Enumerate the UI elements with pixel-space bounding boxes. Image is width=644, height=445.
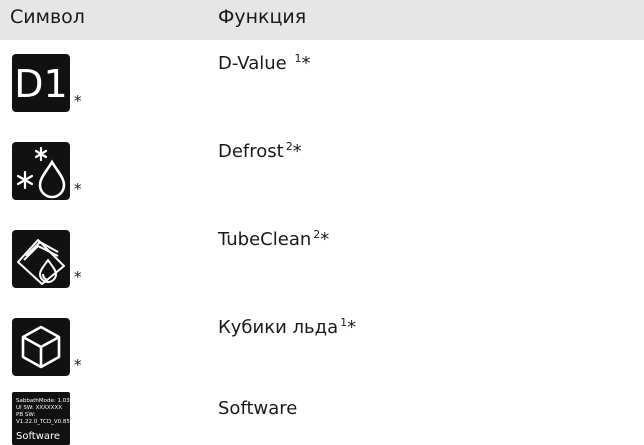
asterisk-note: * <box>74 356 82 374</box>
table-row: * Кубики льда 1* <box>0 304 644 392</box>
table-row: * TubeClean 2* <box>0 216 644 304</box>
table-row: * Defrost 2* <box>0 128 644 216</box>
defrost-icon <box>12 142 70 200</box>
software-screen-label: Software <box>16 431 61 442</box>
table-row: D1 * D-Value 1* <box>0 40 644 128</box>
ice-cube-icon <box>12 318 70 376</box>
function-label: Defrost 2* <box>218 140 302 162</box>
table-header: Символ Функция <box>0 0 644 40</box>
function-label: D-Value 1* <box>218 52 311 74</box>
asterisk-note: * <box>74 268 82 286</box>
tubeclean-icon <box>12 230 70 288</box>
asterisk-note: * <box>74 180 82 198</box>
asterisk-note: * <box>74 92 82 110</box>
header-symbol: Символ <box>10 6 85 28</box>
software-icon: SabbathMode: 1.03 UI SW: XXXXXXX PB SW: … <box>12 392 70 445</box>
function-label: Кубики льда 1* <box>218 316 357 338</box>
d1-icon-text: D1 <box>14 62 67 106</box>
function-label: TubeClean 2* <box>218 228 330 250</box>
d1-icon: D1 <box>12 54 70 112</box>
function-label: Software <box>218 398 298 419</box>
software-screen-text: SabbathMode: 1.03 UI SW: XXXXXXX PB SW: … <box>16 398 70 425</box>
header-function: Функция <box>218 6 307 28</box>
table-row: SabbathMode: 1.03 UI SW: XXXXXXX PB SW: … <box>0 392 644 445</box>
